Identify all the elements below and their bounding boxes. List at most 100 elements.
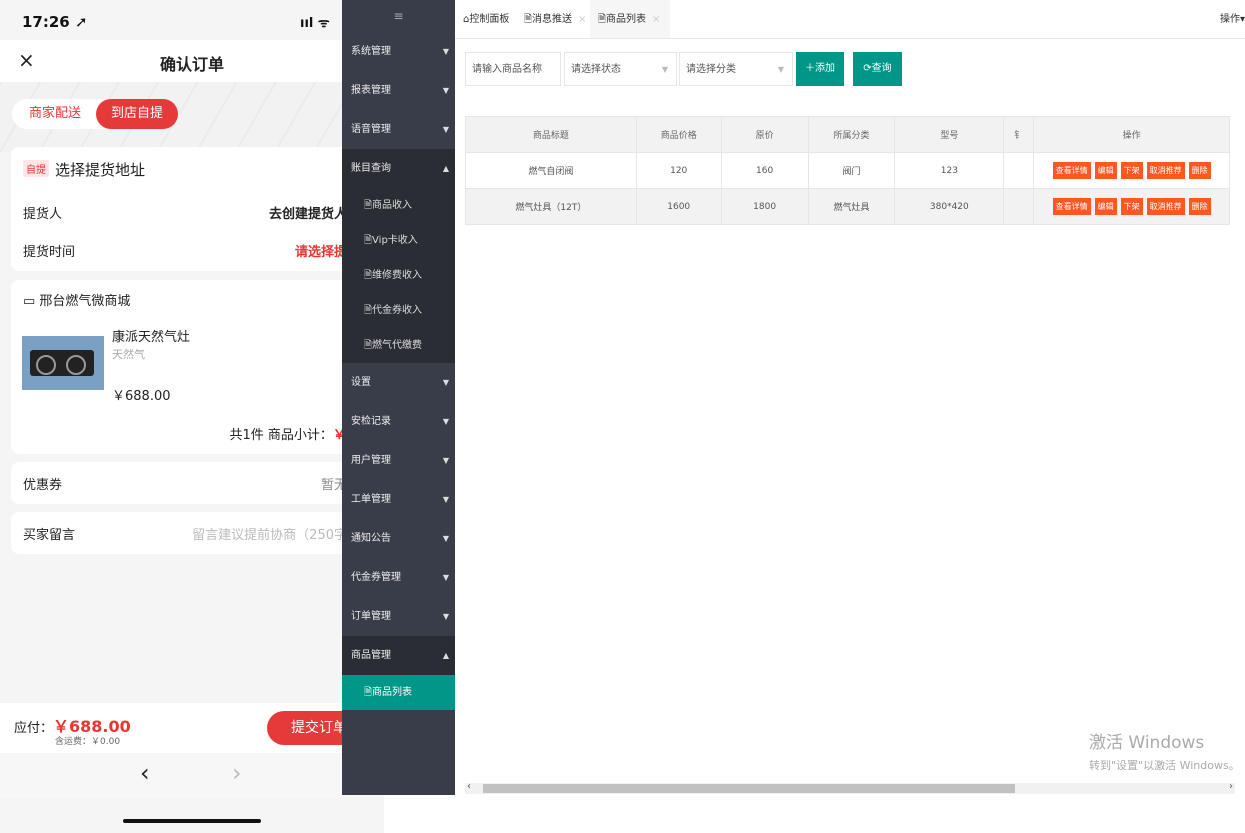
- forward-arrow-icon[interactable]: ›: [232, 759, 242, 787]
- tab-label: 🗎消息推送: [524, 14, 573, 25]
- col-original-price[interactable]: 原价: [720, 116, 809, 153]
- chevron-down-icon: ▼: [442, 417, 449, 426]
- pickup-person-label: 提货人: [23, 207, 63, 222]
- edit-button[interactable]: 编辑: [1094, 162, 1117, 179]
- sidebar-item-users[interactable]: 用户管理 ▼: [342, 441, 455, 480]
- sidebar-item-label: 代金券管理: [351, 572, 401, 583]
- tab-close-icon[interactable]: ×: [652, 14, 660, 25]
- sidebar-item-accounts[interactable]: 账目查询 ▲: [342, 149, 455, 188]
- sidebar-item-system[interactable]: 系统管理 ▼: [342, 32, 455, 71]
- sidebar-subitem[interactable]: 🗎燃气代缴费: [342, 328, 455, 363]
- tab-messages[interactable]: 🗎消息推送 ×: [524, 0, 586, 38]
- cell-model: 380*420: [894, 188, 1005, 225]
- sidebar-item-label: 报表管理: [351, 85, 391, 96]
- sidebar: ≡ 系统管理 ▼ 报表管理 ▼ 语音管理 ▼ 账目查询 ▲ 🗎商品收入 🗎Vip卡收入 …: [342, 0, 455, 795]
- sidebar-subitem[interactable]: 🗎代金券收入: [342, 293, 455, 328]
- sidebar-item-inspection[interactable]: 安检记录 ▼: [342, 402, 455, 441]
- sidebar-subitem-product-list[interactable]: 🗎商品列表: [342, 675, 455, 710]
- coupon-card[interactable]: 优惠券 暂无可用: [11, 462, 373, 504]
- pickup-address-row[interactable]: 自提 选择提货地址: [23, 159, 373, 179]
- pay-label: 应付：: [14, 721, 54, 736]
- delete-button[interactable]: 删除: [1188, 162, 1211, 179]
- sidebar-item-label: 工单管理: [351, 494, 391, 505]
- pickup-address-title: 选择提货地址: [55, 161, 146, 179]
- sidebar-subitem[interactable]: 🗎商品收入: [342, 188, 455, 223]
- cell-category: 阀门: [807, 152, 896, 189]
- chevron-up-icon: ▲: [442, 164, 449, 173]
- col-truncated[interactable]: 钅: [1003, 116, 1035, 153]
- dropdown-arrow-icon: ▼: [661, 65, 668, 74]
- cancel-recommend-button[interactable]: 取消推荐: [1146, 198, 1185, 215]
- sidebar-item-orders[interactable]: 订单管理 ▼: [342, 597, 455, 636]
- cell-model: 123: [894, 152, 1005, 189]
- tab-close-icon[interactable]: ×: [578, 14, 586, 25]
- product-name-search-input[interactable]: 请输入商品名称: [465, 52, 561, 86]
- windows-activation-watermark: 激活 Windows 转到"设置"以激活 Windows。: [1089, 728, 1240, 773]
- view-details-button[interactable]: 查看详情: [1052, 198, 1091, 215]
- pickup-person-row[interactable]: 提货人 去创建提货人信息: [23, 203, 373, 223]
- edit-button[interactable]: 编辑: [1094, 198, 1117, 215]
- unpublish-button[interactable]: 下架: [1120, 198, 1143, 215]
- col-model[interactable]: 型号: [894, 116, 1005, 153]
- tab-label: ⌂控制面板: [463, 14, 510, 25]
- category-select[interactable]: 请选择分类 ▼: [679, 52, 793, 86]
- sidebar-subitem[interactable]: 🗎Vip卡收入: [342, 223, 455, 258]
- cell-original-price: 1800: [720, 188, 809, 225]
- col-category[interactable]: 所属分类: [807, 116, 896, 153]
- store-icon: ▭: [23, 294, 40, 309]
- watermark-title: 激活 Windows: [1089, 733, 1205, 753]
- sidebar-item-vouchers[interactable]: 代金券管理 ▼: [342, 558, 455, 597]
- chevron-down-icon: ▼: [442, 534, 449, 543]
- back-arrow-icon[interactable]: ‹: [140, 759, 150, 787]
- cell-actions: 查看详情 编辑 下架 取消推荐 删除: [1033, 188, 1230, 225]
- delivery-option-pickup[interactable]: 到店自提: [96, 99, 178, 129]
- chevron-down-icon: ▼: [442, 378, 449, 387]
- sidebar-item-voice[interactable]: 语音管理 ▼: [342, 110, 455, 149]
- sidebar-item-settings[interactable]: 设置 ▼: [342, 363, 455, 402]
- unpublish-button[interactable]: 下架: [1120, 162, 1143, 179]
- product-image[interactable]: [22, 336, 104, 390]
- query-button[interactable]: ⟳查询: [853, 52, 902, 86]
- horizontal-scrollbar[interactable]: ‹ ›: [465, 781, 1235, 794]
- product-spec: 天然气: [112, 348, 145, 361]
- col-title[interactable]: 商品标题: [465, 116, 637, 153]
- scrollbar-thumb[interactable]: [483, 784, 1015, 793]
- sidebar-item-products[interactable]: 商品管理 ▲: [342, 636, 455, 675]
- chevron-down-icon: ▼: [442, 495, 449, 504]
- scroll-left-icon[interactable]: ‹: [467, 781, 471, 792]
- view-details-button[interactable]: 查看详情: [1052, 162, 1091, 179]
- pickup-time-row[interactable]: 提货时间 请选择提货时: [23, 241, 373, 261]
- pickup-tag: 自提: [23, 160, 49, 177]
- sidebar-item-notices[interactable]: 通知公告 ▼: [342, 519, 455, 558]
- sidebar-item-label: 安检记录: [351, 416, 391, 427]
- chevron-down-icon: ▼: [442, 573, 449, 582]
- delete-button[interactable]: 删除: [1188, 198, 1211, 215]
- table-header-row: 商品标题 商品价格 原价 所属分类 型号 钅 操作: [465, 116, 1230, 153]
- tab-dashboard[interactable]: ⌂控制面板: [463, 0, 509, 38]
- sidebar-item-reports[interactable]: 报表管理 ▼: [342, 71, 455, 110]
- sidebar-item-workorders[interactable]: 工单管理 ▼: [342, 480, 455, 519]
- status-select[interactable]: 请选择状态 ▼: [564, 52, 677, 86]
- col-actions: 操作: [1033, 116, 1230, 153]
- product-price: ￥688.00: [112, 389, 171, 404]
- scroll-right-icon[interactable]: ›: [1229, 781, 1233, 792]
- cell-original-price: 160: [720, 152, 809, 189]
- admin-window: ≡ 系统管理 ▼ 报表管理 ▼ 语音管理 ▼ 账目查询 ▲ 🗎商品收入 🗎Vip卡收入 …: [342, 0, 1245, 795]
- sidebar-item-label: 账目查询: [351, 163, 391, 174]
- sidebar-item-label: 订单管理: [351, 611, 391, 622]
- sidebar-item-label: 设置: [351, 377, 371, 388]
- page-header: × 确认订单: [0, 40, 384, 82]
- cancel-recommend-button[interactable]: 取消推荐: [1146, 162, 1185, 179]
- product-name: 康派天然气灶: [112, 330, 191, 345]
- cell-category: 燃气灶具: [807, 188, 896, 225]
- menu-toggle-icon[interactable]: ≡: [342, 0, 455, 32]
- signal-wifi-icon: ııl ᯤ: [300, 16, 330, 31]
- cell-price: 120: [635, 152, 722, 189]
- delivery-option-merchant[interactable]: 商家配送: [12, 99, 98, 129]
- sidebar-subitem[interactable]: 🗎维修费收入: [342, 258, 455, 293]
- col-price[interactable]: 商品价格: [635, 116, 722, 153]
- message-label: 买家留言: [23, 528, 76, 543]
- add-button[interactable]: ＋添加: [796, 52, 844, 86]
- operations-dropdown[interactable]: 操作▾: [1220, 0, 1245, 38]
- tab-product-list[interactable]: 🗎商品列表 ×: [590, 0, 671, 38]
